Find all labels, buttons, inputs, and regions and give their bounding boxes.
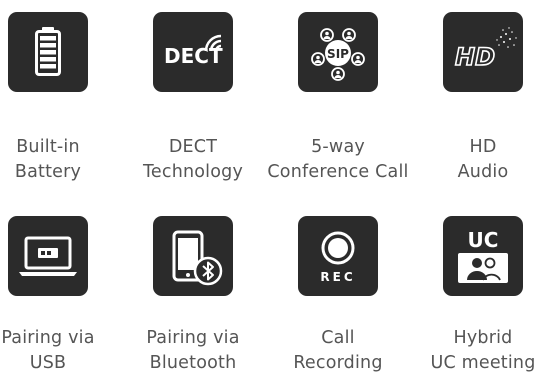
feature-label: Built-in Battery xyxy=(14,137,82,182)
bluetooth-pairing-icon xyxy=(153,216,233,296)
feature-label: Pairing via Bluetooth xyxy=(146,328,240,373)
feature-grid: Built-in Battery DECT DECT Technology SIP xyxy=(0,0,549,374)
feature-label: Pairing via USB xyxy=(1,328,95,373)
uc-meeting-icon: UC xyxy=(443,216,523,296)
feature-label: Hybrid UC meeting xyxy=(430,328,536,373)
usb-pairing-icon xyxy=(8,216,88,296)
svg-text:SIP: SIP xyxy=(327,47,349,61)
dect-icon: DECT xyxy=(153,12,233,92)
call-recording-icon: REC xyxy=(298,216,378,296)
feature-label: HD Audio xyxy=(457,137,509,182)
svg-text:DECT: DECT xyxy=(164,44,223,68)
battery-icon xyxy=(8,12,88,92)
svg-text:REC: REC xyxy=(320,270,355,284)
conference-call-icon: SIP xyxy=(298,12,378,92)
feature-label: DECT Technology xyxy=(142,137,244,182)
hd-audio-icon: HD xyxy=(443,12,523,92)
feature-label: 5-way Conference Call xyxy=(267,137,409,182)
svg-text:HD: HD xyxy=(455,43,495,71)
svg-text:UC: UC xyxy=(468,228,499,252)
feature-label: Call Recording xyxy=(293,328,383,373)
